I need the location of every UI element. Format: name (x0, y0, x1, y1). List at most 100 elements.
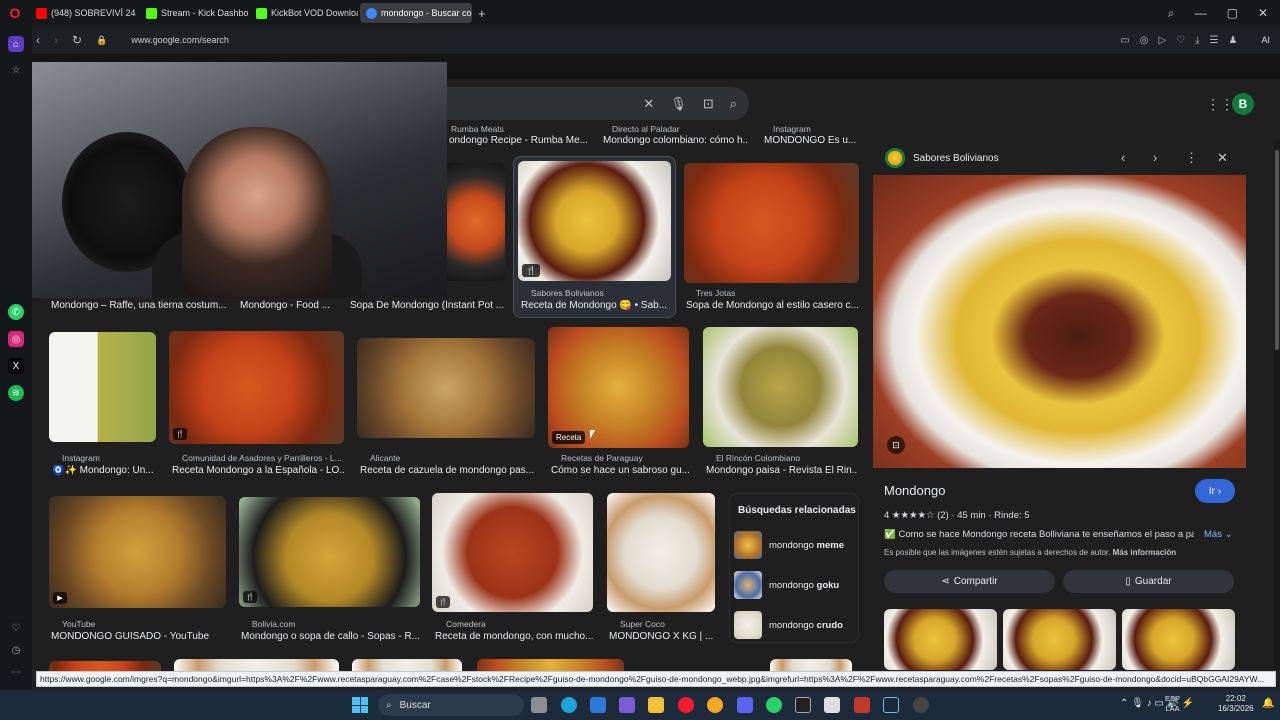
taskbar-search[interactable]: ⌕ Buscar (378, 694, 524, 716)
image-title[interactable]: MONDONGO GUISADO - YouTube (51, 631, 226, 642)
go-button[interactable]: Ir › (1195, 479, 1235, 503)
windows-start-icon[interactable] (352, 697, 368, 713)
image-title[interactable]: Receta de mondongo, con mucho... (435, 631, 593, 642)
image-title[interactable]: Receta de Mondongo 😋 • Sab... (521, 300, 671, 311)
share-button[interactable]: ⋖ Compartir (884, 570, 1055, 593)
more-button[interactable]: Más ⌄ (1204, 529, 1233, 540)
app-icon[interactable] (854, 697, 870, 713)
image-result[interactable]: 🍴 (239, 497, 420, 607)
url-field[interactable]: www.google.com/search (131, 35, 229, 45)
ai-button[interactable]: AI (1261, 35, 1270, 45)
image-result[interactable] (607, 493, 715, 612)
spotify-icon[interactable]: ≋ (8, 385, 24, 401)
scrollbar-thumb[interactable] (1275, 150, 1279, 350)
lens-icon[interactable]: ⊡ (887, 436, 905, 454)
pinboard-icon[interactable]: ☆ (8, 62, 24, 78)
app-icon[interactable] (707, 697, 723, 713)
more-options-icon[interactable]: ⋮ (1185, 150, 1198, 166)
image-title[interactable]: Sopa de Mondongo al estilo casero c... (686, 300, 858, 311)
image-title[interactable]: Sopa De Mondongo (Instant Pot ... (350, 300, 505, 311)
image-title[interactable]: 🧿✨ Mondongo: Un... (52, 465, 158, 476)
image-title[interactable]: MONDONGO X KG | ... (609, 631, 717, 642)
image-result[interactable]: 🍴 (432, 493, 593, 612)
tray-icons[interactable]: ⌃ 🎙 ♪ ▭ 🔊 ⚡ (1120, 699, 1194, 709)
heart-icon[interactable]: ♡ (8, 620, 24, 636)
preview-title[interactable]: Mondongo (884, 483, 945, 498)
prev-icon[interactable]: ‹ (1121, 150, 1125, 165)
image-result[interactable] (477, 659, 624, 671)
image-title[interactable]: Mondongo o sopa de callo - Sopas - R... (241, 631, 419, 642)
notification-icon[interactable]: 🔔 (1262, 699, 1274, 709)
home-icon[interactable]: ⌂ (8, 36, 24, 52)
image-result[interactable] (770, 659, 852, 671)
close-icon[interactable]: ✕ (1258, 6, 1268, 20)
image-result[interactable]: 🍴 (518, 161, 671, 281)
image-title[interactable]: Mondongo - Food ... (240, 300, 335, 311)
microphone-icon[interactable]: 🎙 (670, 96, 687, 112)
image-result[interactable] (174, 659, 339, 671)
app-icon[interactable] (619, 697, 635, 713)
history-icon[interactable]: ◷ (8, 642, 24, 658)
tab-kick-dashboard[interactable]: Stream - Kick Dashboard (140, 3, 248, 23)
related-search-item[interactable]: mondongo goku (734, 568, 856, 602)
save-button[interactable]: ▯ Guardar (1063, 570, 1234, 593)
image-title[interactable]: MONDONGO Es u... (764, 135, 859, 146)
instagram-icon[interactable]: ◎ (8, 331, 24, 347)
image-result[interactable] (49, 661, 161, 671)
image-result[interactable]: Receta (548, 327, 689, 448)
x-icon[interactable]: X (8, 358, 24, 374)
tab-google-search[interactable]: mondongo - Buscar con G (360, 3, 472, 23)
clock[interactable]: 22:02 16/3/2026 (1218, 694, 1254, 714)
back-icon[interactable]: ‹ (36, 33, 40, 47)
forward-icon[interactable]: › (54, 33, 58, 47)
folder-icon[interactable] (648, 697, 664, 713)
image-title[interactable]: Receta Mondongo a la Española - LO... (172, 465, 344, 476)
new-tab-button[interactable]: + (478, 6, 486, 21)
reload-icon[interactable]: ↻ (72, 33, 82, 47)
related-search-item[interactable]: mondongo meme (734, 528, 856, 562)
language-indicator[interactable]: ESP LAA (1165, 694, 1180, 714)
clear-icon[interactable]: ✕ (643, 96, 654, 112)
image-title[interactable]: Receta de cazuela de mondongo pas... (360, 465, 535, 476)
preview-site-name[interactable]: Sabores Bolivianos (913, 153, 999, 164)
chatgpt-icon[interactable] (913, 697, 929, 713)
opera-logo-icon[interactable]: O (0, 0, 30, 26)
tab-youtube[interactable]: (948) SOBREVIVÍ 24 HORA (30, 3, 138, 23)
steam-icon[interactable] (883, 697, 899, 713)
image-title[interactable]: Mondongo – Raffe, una tierna costum... (51, 300, 226, 311)
rights-link[interactable]: Más información (1113, 548, 1177, 557)
image-result[interactable]: ▶ (49, 496, 226, 608)
image-result[interactable] (357, 338, 535, 438)
next-icon[interactable]: › (1153, 150, 1157, 165)
file-explorer-icon[interactable] (531, 697, 547, 713)
image-result[interactable] (352, 659, 462, 671)
edge-icon[interactable] (561, 697, 577, 713)
maximize-icon[interactable]: ▢ (1227, 6, 1238, 20)
related-image[interactable] (1122, 609, 1235, 670)
whatsapp-icon[interactable] (766, 697, 782, 713)
capcut-icon[interactable] (795, 697, 811, 713)
search-tabs-icon[interactable]: ⌕ (1168, 6, 1175, 21)
tab-kickbot[interactable]: KickBot VOD Downloader (250, 3, 358, 23)
close-icon[interactable]: ✕ (1217, 150, 1228, 166)
related-search-item[interactable]: mondongo crudo (734, 608, 856, 642)
opera-icon[interactable] (678, 697, 694, 713)
image-result[interactable] (684, 163, 859, 283)
image-result[interactable] (447, 163, 505, 281)
image-result[interactable] (703, 327, 858, 447)
app-icon[interactable] (824, 697, 840, 713)
image-title[interactable]: Cómo se hace un sabroso gu... (551, 465, 689, 476)
avatar[interactable]: B (1232, 93, 1254, 115)
image-title[interactable]: ondongo Recipe - Rumba Me... (449, 135, 589, 146)
preview-image[interactable] (873, 175, 1246, 468)
discord-icon[interactable] (737, 697, 753, 713)
search-icon[interactable]: ⌕ (730, 96, 737, 112)
more-icon[interactable]: ⋯ (8, 664, 24, 680)
search-box[interactable]: ✕ 🎙 ⊡ ⌕ (447, 87, 749, 120)
lens-icon[interactable]: ⊡ (703, 96, 714, 112)
whatsapp-icon[interactable]: ✆ (8, 304, 24, 320)
app-icon[interactable] (590, 697, 606, 713)
image-title[interactable]: Mondongo colombiano: cómo h... (603, 135, 748, 146)
related-image[interactable] (884, 609, 997, 670)
image-title[interactable]: Mondongo paisa - Revista El Rin... (706, 465, 858, 476)
